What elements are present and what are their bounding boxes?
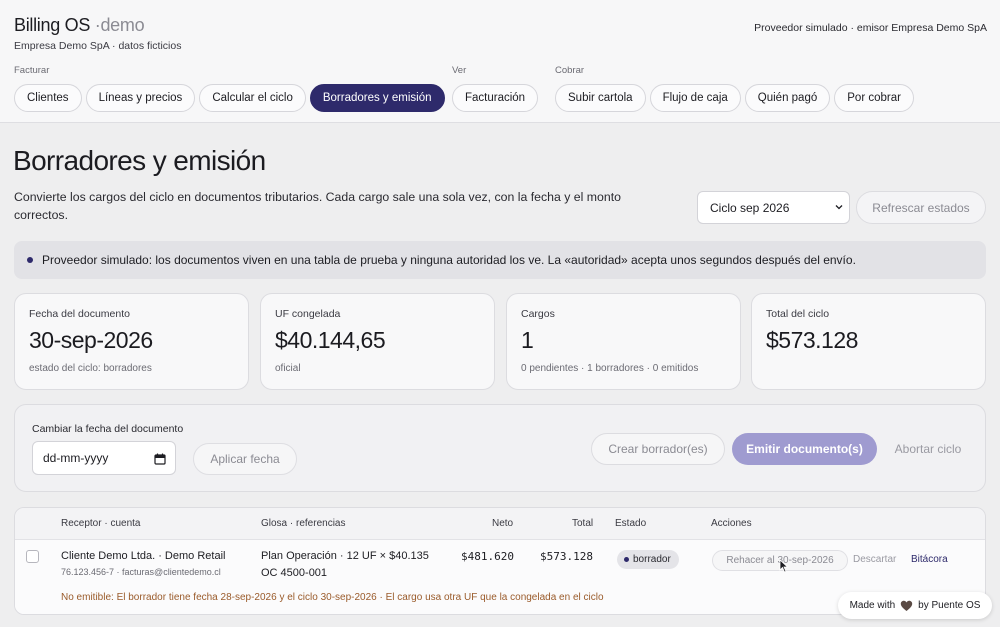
log-link[interactable]: Bitácora xyxy=(911,554,948,565)
nav-por-cobrar[interactable]: Por cobrar xyxy=(834,84,914,112)
stat-value: $40.144,65 xyxy=(275,327,386,353)
stat-label: Total del ciclo xyxy=(766,308,830,320)
actions-panel: Cambiar la fecha del documento dd-mm-yyy… xyxy=(14,404,986,492)
stat-sub: 0 pendientes · 1 borradores · 0 emitidos xyxy=(521,363,699,374)
brand-name: Billing OS xyxy=(14,15,91,35)
nav-group-label: Ver xyxy=(452,65,467,76)
column-header-gloss: Glosa · referencias xyxy=(261,518,346,529)
nav-group-cobrar: Cobrar Subir cartola Flujo de caja Quién… xyxy=(555,65,914,112)
cycle-select[interactable]: Ciclo sep 2026 xyxy=(697,191,850,224)
status-dot-icon xyxy=(624,557,629,562)
row-checkbox[interactable] xyxy=(26,550,39,563)
page-title: Borradores y emisión xyxy=(13,145,266,176)
app-brand: Billing OS ·demo xyxy=(14,15,145,36)
heart-icon xyxy=(900,600,913,611)
date-input-placeholder: dd-mm-yyyy xyxy=(43,451,109,465)
app-header: Billing OS ·demo Empresa Demo SpA · dato… xyxy=(0,0,1000,123)
gloss-text: Plan Operación · 12 UF × $40.135 xyxy=(261,550,429,562)
receiver-details: 76.123.456-7 · facturas@clientedemo.cl xyxy=(61,567,221,577)
column-header-receiver: Receptor · cuenta xyxy=(61,518,141,529)
status-dot-icon xyxy=(27,257,33,263)
stat-value: 1 xyxy=(521,327,534,353)
apply-date-button[interactable]: Aplicar fecha xyxy=(193,443,297,475)
nav-lineas-y-precios[interactable]: Líneas y precios xyxy=(85,84,196,112)
cursor-icon xyxy=(779,559,789,573)
row-warning: No emitible: El borrador tiene fecha 28-… xyxy=(61,592,604,603)
column-header-status: Estado xyxy=(615,518,647,529)
status-text: borrador xyxy=(633,554,671,565)
cycle-select-value: Ciclo sep 2026 xyxy=(710,200,790,215)
discard-link[interactable]: Descartar xyxy=(853,554,896,565)
nav-group-label: Facturar xyxy=(14,65,50,76)
nav-subir-cartola[interactable]: Subir cartola xyxy=(555,84,646,112)
nav-facturacion[interactable]: Facturación xyxy=(452,84,539,112)
simulated-provider-notice: Proveedor simulado: los documentos viven… xyxy=(14,241,986,279)
made-with-badge[interactable]: Made with by Puente OS xyxy=(838,592,992,619)
table-header: Receptor · cuenta Glosa · referencias Ne… xyxy=(15,508,985,540)
net-amount: $481.620 xyxy=(461,550,514,563)
stat-card-document-date: Fecha del documento 30-sep-2026 estado d… xyxy=(14,293,249,390)
column-header-actions: Acciones xyxy=(711,518,752,529)
made-by-text: by Puente OS xyxy=(918,600,981,611)
app-subtitle: Empresa Demo SpA · datos ficticios xyxy=(14,40,182,52)
nav-flujo-de-caja[interactable]: Flujo de caja xyxy=(649,84,741,112)
total-amount: $573.128 xyxy=(540,550,593,563)
create-drafts-button[interactable]: Crear borrador(es) xyxy=(591,433,725,465)
receiver-name: Cliente Demo Ltda. · Demo Retail xyxy=(61,550,226,562)
nav-group-facturar: Facturar Clientes Líneas y precios Calcu… xyxy=(14,65,445,112)
refresh-states-button[interactable]: Refrescar estados xyxy=(856,191,986,224)
notice-text: Proveedor simulado: los documentos viven… xyxy=(42,253,856,267)
made-with-text: Made with xyxy=(849,600,896,611)
chevron-down-icon xyxy=(835,205,843,210)
provider-info: Proveedor simulado · emisor Empresa Demo… xyxy=(754,22,987,34)
nav-quien-pago[interactable]: Quién pagó xyxy=(744,84,831,112)
nav-group-ver: Ver Facturación xyxy=(452,65,539,112)
brand-suffix: demo xyxy=(100,15,145,35)
column-header-net: Neto xyxy=(492,518,514,529)
date-change-label: Cambiar la fecha del documento xyxy=(32,423,184,435)
column-header-total: Total xyxy=(572,518,594,529)
stat-card-cycle-total: Total del ciclo $573.128 xyxy=(751,293,986,390)
abort-cycle-button[interactable]: Abortar ciclo xyxy=(885,433,971,465)
stat-sub: estado del ciclo: borradores xyxy=(29,363,152,374)
nav-clientes[interactable]: Clientes xyxy=(14,84,82,112)
stat-label: UF congelada xyxy=(275,308,341,320)
calendar-icon[interactable] xyxy=(154,453,166,465)
stat-value: $573.128 xyxy=(766,327,858,353)
nav-calcular-ciclo[interactable]: Calcular el ciclo xyxy=(199,84,306,112)
stat-label: Cargos xyxy=(521,308,555,320)
stat-value: 30-sep-2026 xyxy=(29,327,153,353)
emit-documents-button[interactable]: Emitir documento(s) xyxy=(732,433,877,465)
stat-card-uf: UF congelada $40.144,65 oficial xyxy=(260,293,495,390)
stat-sub: oficial xyxy=(275,363,301,374)
stat-card-charges: Cargos 1 0 pendientes · 1 borradores · 0… xyxy=(506,293,741,390)
gloss-reference: OC 4500-001 xyxy=(261,567,328,579)
document-date-input[interactable]: dd-mm-yyyy xyxy=(32,441,176,475)
page-description: Convierte los cargos del ciclo en docume… xyxy=(14,190,621,222)
nav-borradores-y-emision[interactable]: Borradores y emisión xyxy=(309,84,445,112)
stat-label: Fecha del documento xyxy=(29,308,130,320)
nav-group-label: Cobrar xyxy=(555,65,585,76)
status-badge: borrador xyxy=(617,550,679,569)
